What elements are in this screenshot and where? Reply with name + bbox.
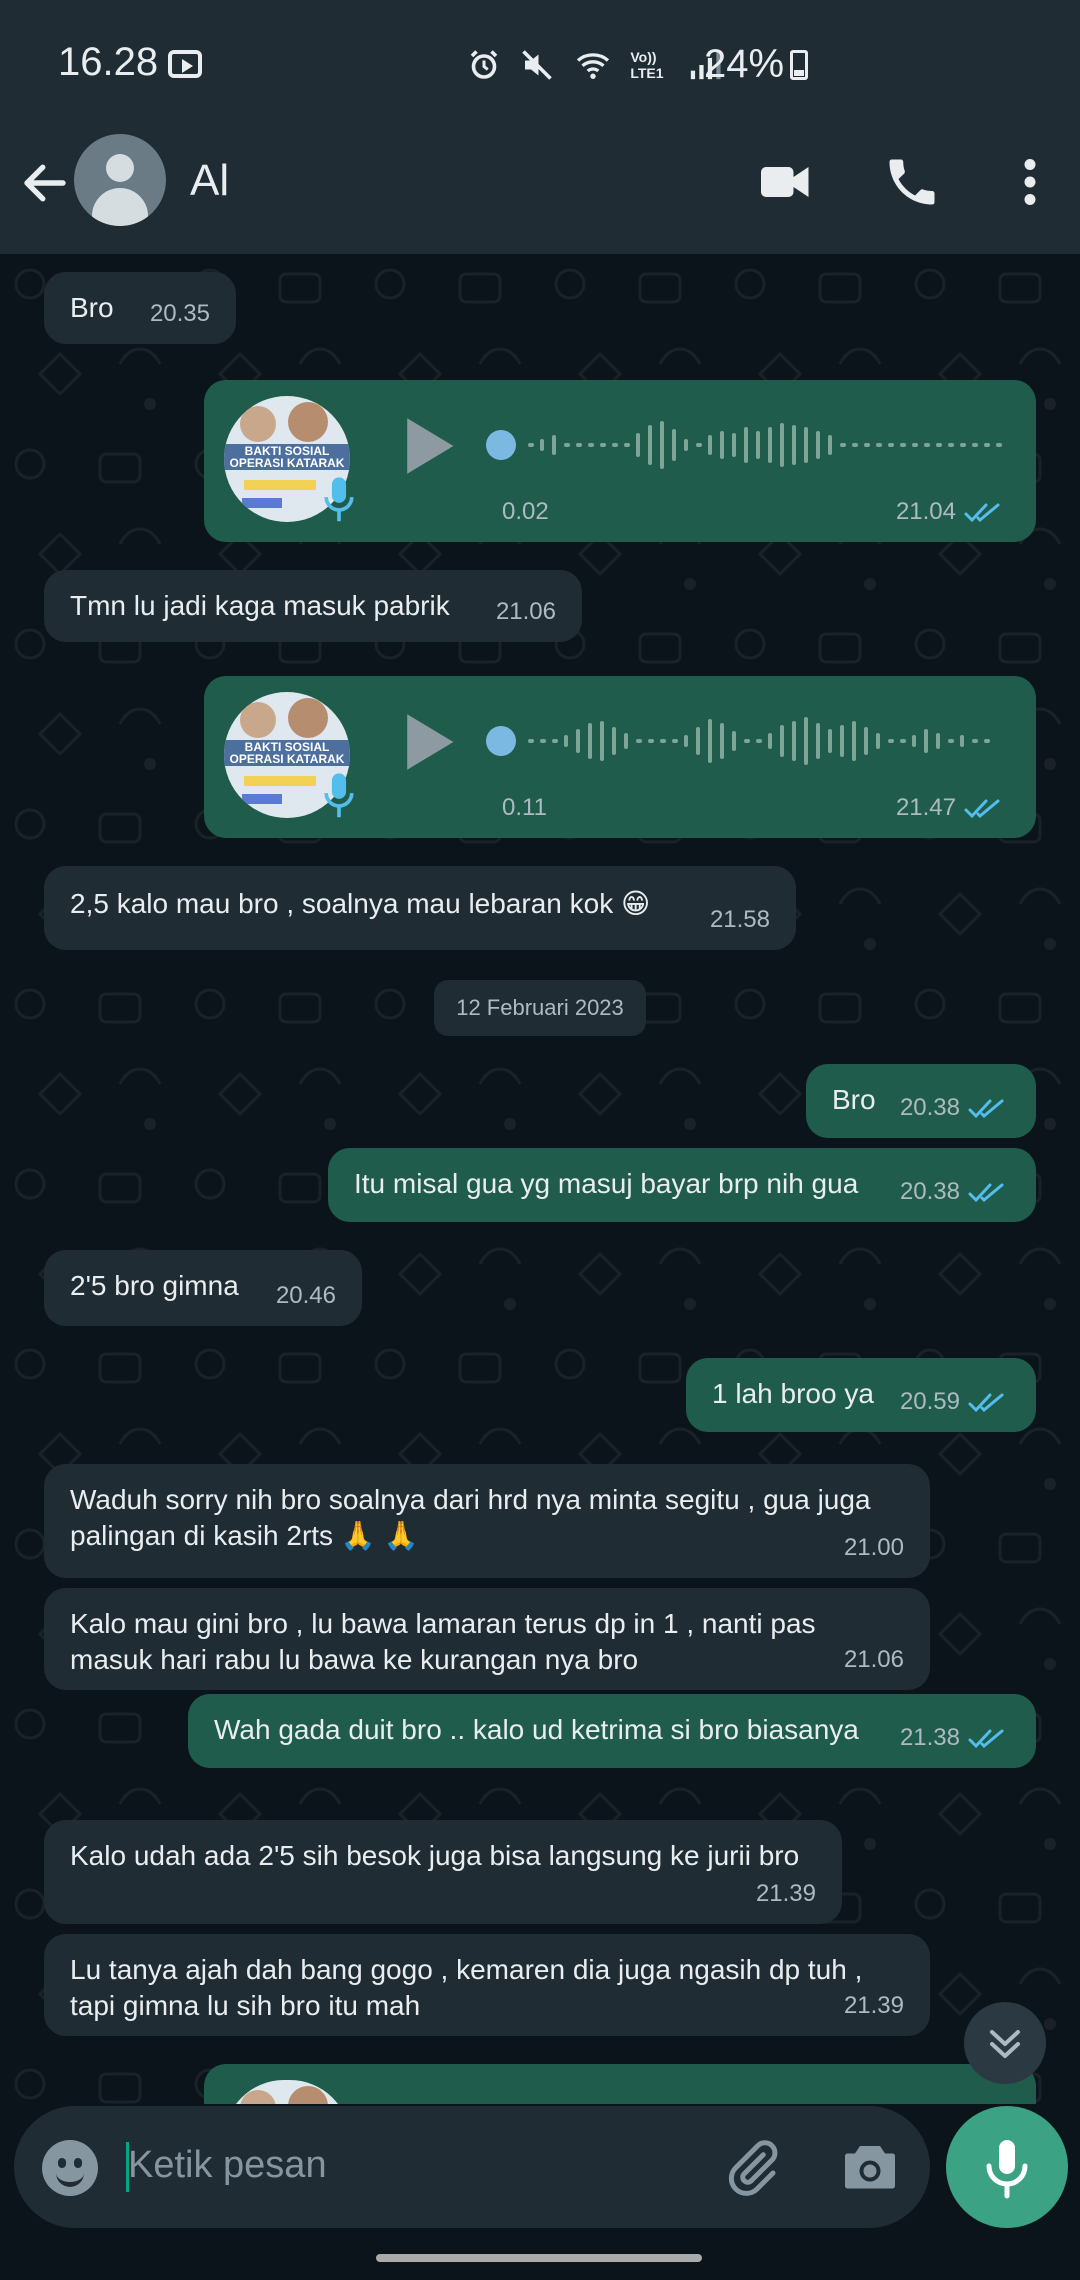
message-incoming[interactable]: Kalo mau gini bro , lu bawa lamaran teru… [44,1588,930,1690]
voice-duration: 0.02 [502,498,549,525]
message-outgoing[interactable]: Itu misal gua yg masuj bayar brp nih gua… [328,1148,1036,1222]
message-text: Bro [832,1084,876,1115]
microphone-icon [324,477,354,522]
message-outgoing[interactable]: Wah gada duit bro .. kalo ud ketrima si … [188,1694,1036,1768]
play-icon[interactable] [400,416,456,476]
message-incoming[interactable]: 2,5 kalo mau bro , soalnya mau lebaran k… [44,866,796,950]
camera-icon[interactable] [840,2138,900,2194]
double-chevron-down-icon [990,2030,1020,2058]
paperclip-icon[interactable] [722,2136,782,2196]
message-incoming[interactable]: Tmn lu jadi kaga masuk pabrik 21.06 [44,570,582,642]
message-incoming[interactable]: Kalo udah ada 2'5 sih besok juga bisa la… [44,1820,842,1924]
chat-header: Al [0,130,1080,254]
record-voice-button[interactable] [946,2106,1068,2228]
voice-duration: 0.11 [502,794,547,821]
message-text: Lu tanya ajah dah bang gogo , kemaren di… [70,1954,863,2021]
wifi-icon [576,53,610,79]
date-separator: 12 Februari 2023 [434,980,646,1036]
message-incoming[interactable]: Waduh sorry nih bro soalnya dari hrd nya… [44,1464,930,1578]
message-incoming[interactable]: Lu tanya ajah dah bang gogo , kemaren di… [44,1934,930,2036]
more-vertical-icon[interactable] [1000,152,1060,212]
message-time: 20.38 [900,1090,1010,1126]
phone-icon[interactable] [882,152,942,212]
message-outgoing[interactable]: Bro 20.38 [806,1064,1036,1138]
message-text: Kalo mau gini bro , lu bawa lamaran teru… [70,1608,816,1675]
alarm-icon [470,50,498,79]
message-time: 21.04 [896,498,1006,526]
message-time: 21.06 [495,598,556,625]
message-incoming[interactable]: Bro 20.35 [44,272,236,344]
message-text: Itu misal gua yg masuj bayar brp nih gua [354,1168,859,1199]
mute-icon [522,50,553,80]
play-icon[interactable] [400,712,456,772]
voice-sender-thumbnail [224,2080,350,2104]
waveform [528,421,1002,469]
message-incoming[interactable]: 2'5 bro gimna 20.46 [44,1250,362,1326]
message-time: 20.46 [275,1282,336,1309]
message-time: 21.39 [755,1880,816,1907]
message-outgoing[interactable]: 1 lah broo ya 20.59 [686,1358,1036,1432]
message-time: 21.00 [843,1534,904,1561]
status-time: 16.28 [58,40,159,84]
message-text: Waduh sorry nih bro soalnya dari hrd nya… [70,1484,871,1551]
avatar[interactable] [74,134,166,226]
scroll-to-bottom-button[interactable] [964,2002,1046,2084]
read-ticks-icon [968,1729,1004,1748]
contact-name[interactable]: Al [190,156,229,206]
battery-percent: 24% [704,42,785,86]
message-text: Bro [70,292,114,323]
voice-message[interactable] [204,2064,1036,2104]
battery-icon [790,50,808,80]
message-time: 21.47 [896,794,1006,822]
message-time: 20.38 [900,1174,1010,1210]
read-ticks-icon [968,1099,1004,1118]
navigation-handle[interactable] [376,2254,702,2262]
message-input[interactable]: Ketik pesan [128,2144,327,2187]
message-time: 21.58 [709,906,770,933]
message-text: Kalo udah ada 2'5 sih besok juga bisa la… [70,1840,800,1871]
message-time: 20.35 [149,300,210,327]
microphone-icon [986,2140,1028,2199]
arrow-left-icon[interactable] [18,156,72,210]
message-text: 1 lah broo ya [712,1378,874,1409]
message-time: 21.39 [843,1992,904,2019]
message-time: 21.06 [843,1646,904,1673]
message-text: Wah gada duit bro .. kalo ud ketrima si … [214,1714,859,1745]
message-text: 2,5 kalo mau bro , soalnya mau lebaran k… [70,888,651,919]
status-bar: 16.28 Vo)) LTE1 24% [0,0,1080,130]
message-text: Tmn lu jadi kaga masuk pabrik [70,590,450,621]
message-text: 2'5 bro gimna [70,1270,239,1301]
microphone-icon [324,773,354,818]
read-ticks-icon [964,799,1000,818]
youtube-notification-icon [168,50,202,78]
voice-message[interactable]: BAKTI SOSIAL OPERASI KATARAK 0.02 21.04 [204,380,1036,542]
message-time: 21.38 [900,1720,1010,1756]
playback-scrubber[interactable] [486,726,516,756]
video-camera-icon[interactable] [756,152,816,212]
status-icons: Vo)) LTE1 [466,44,722,83]
read-ticks-icon [964,503,1000,522]
message-time: 20.59 [900,1384,1010,1420]
read-ticks-icon [968,1393,1004,1412]
message-input-bar[interactable]: Ketik pesan [14,2106,930,2228]
read-ticks-icon [968,1183,1004,1202]
network-label: Vo)) LTE1 [630,49,664,82]
voice-message[interactable]: BAKTI SOSIAL OPERASI KATARAK 0.11 21.47 [204,676,1036,838]
playback-scrubber[interactable] [486,430,516,460]
chat-area[interactable]: Bro 20.35 BAKTI SOSIAL OPERASI KATARAK 0… [0,254,1080,2104]
waveform [528,717,990,765]
emoji-icon[interactable] [42,2140,98,2196]
